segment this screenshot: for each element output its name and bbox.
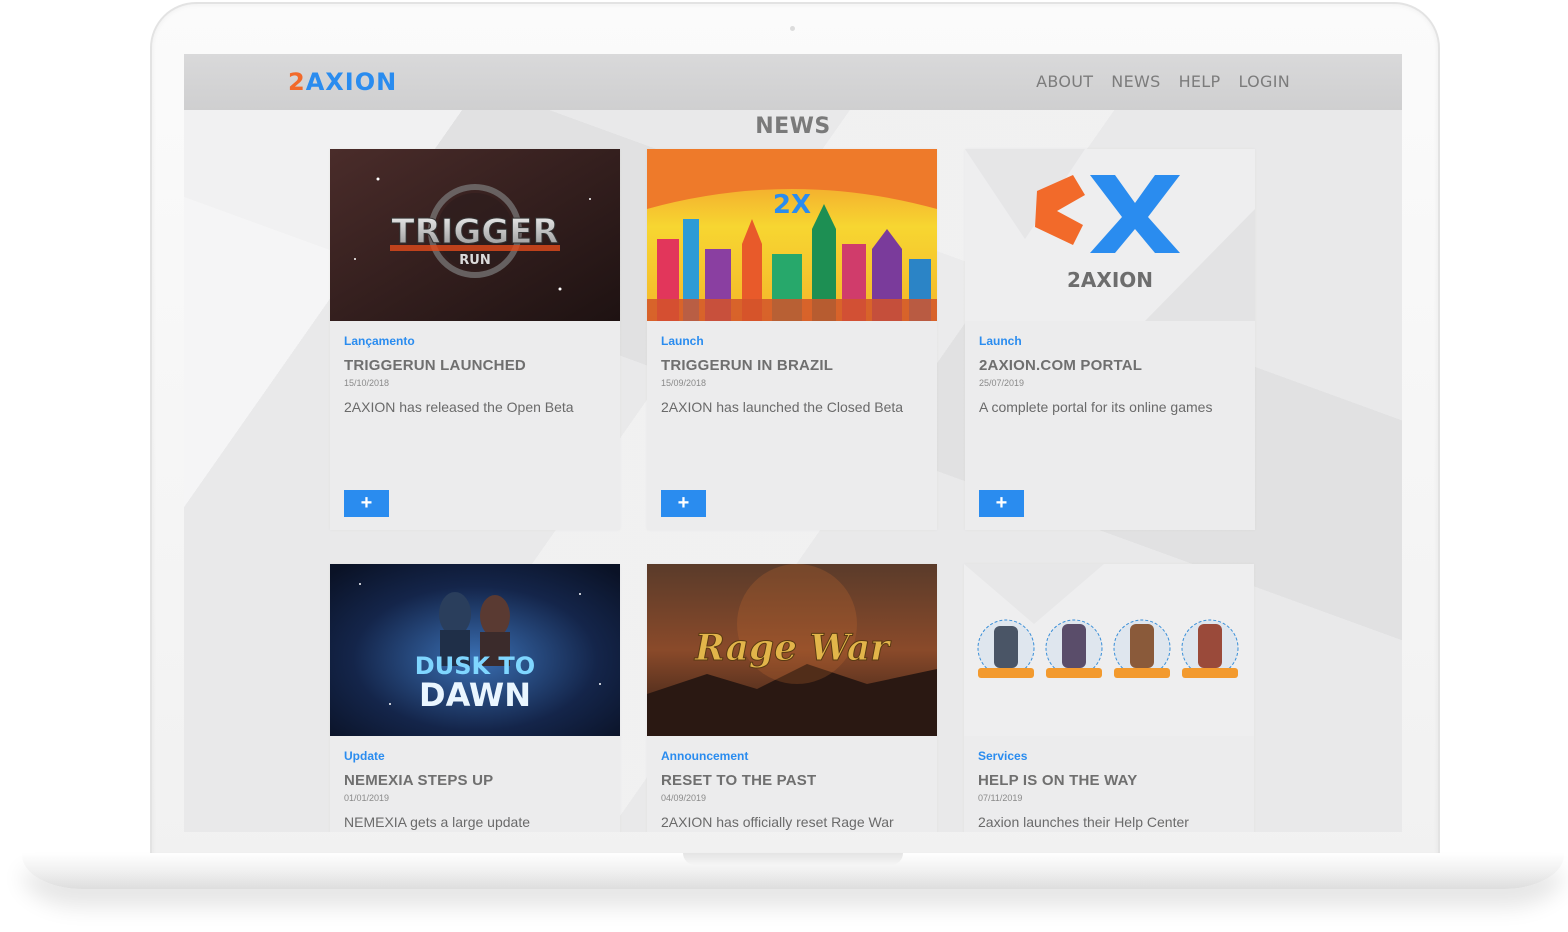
- news-date: 25/07/2019: [979, 378, 1025, 388]
- news-category[interactable]: Launch: [979, 334, 1022, 348]
- news-card: TRIGGER RUN Lançamento TRIGGERUN LAUNCHE…: [330, 149, 620, 530]
- laptop-notch: [683, 853, 903, 865]
- news-card: 2X Launch TRIGGERUN IN BRAZIL 15/09/2018…: [647, 149, 937, 530]
- portal-logo-text: 2AXION: [1067, 268, 1153, 292]
- news-card: DUSK TO DAWN Update NEMEXIA STEPS UP 01/…: [330, 564, 620, 832]
- news-description: 2AXION has launched the Closed Beta: [661, 399, 904, 415]
- news-category[interactable]: Launch: [661, 334, 704, 348]
- logo-part-axion: AXION: [305, 68, 398, 96]
- news-description: 2AXION has released the Open Beta: [344, 399, 574, 415]
- news-date: 15/09/2018: [661, 378, 707, 388]
- nav-help-link[interactable]: HELP: [1179, 72, 1221, 91]
- news-thumbnail-triggerun[interactable]: TRIGGER RUN: [330, 149, 620, 321]
- news-thumbnail-brazil[interactable]: 2X: [647, 149, 937, 321]
- news-card: Services HELP IS ON THE WAY 07/11/2019 2…: [964, 564, 1254, 832]
- news-description: NEMEXIA gets a large update: [344, 814, 530, 830]
- nav-login-link[interactable]: LOGIN: [1238, 72, 1290, 91]
- camera-dot: [790, 26, 795, 31]
- main-nav: ABOUT NEWS HELP LOGIN: [1036, 72, 1290, 91]
- dusk-title-line2: DAWN: [419, 676, 531, 714]
- news-title[interactable]: NEMEXIA STEPS UP: [344, 772, 493, 789]
- news-thumbnail-ragewar[interactable]: Rage War: [647, 564, 937, 736]
- read-more-button[interactable]: +: [344, 490, 389, 517]
- read-more-button[interactable]: +: [661, 490, 706, 517]
- ragewar-logo-text: Rage War: [694, 627, 892, 669]
- brand-logo[interactable]: 2AXION: [288, 68, 397, 96]
- news-thumbnail-help[interactable]: [964, 564, 1254, 736]
- news-category[interactable]: Lançamento: [344, 334, 415, 348]
- news-description: 2AXION has officially reset Rage War: [661, 814, 894, 830]
- news-category[interactable]: Update: [344, 749, 385, 763]
- news-title[interactable]: TRIGGERUN LAUNCHED: [344, 357, 526, 374]
- news-title[interactable]: HELP IS ON THE WAY: [978, 772, 1137, 789]
- news-card: 2AXION Launch 2AXION.COM PORTAL 25/07/20…: [965, 149, 1255, 530]
- news-description: 2axion launches their Help Center: [978, 814, 1189, 830]
- news-title[interactable]: 2AXION.COM PORTAL: [979, 357, 1142, 374]
- trigger-logo-text: TRIGGER: [391, 212, 558, 252]
- page-title: NEWS: [755, 114, 831, 139]
- nav-news-link[interactable]: NEWS: [1111, 72, 1160, 91]
- news-title[interactable]: RESET TO THE PAST: [661, 772, 816, 789]
- top-navbar: 2AXION ABOUT NEWS HELP LOGIN: [184, 54, 1402, 110]
- logo-part-2: 2: [288, 68, 306, 96]
- news-date: 01/01/2019: [344, 793, 390, 803]
- news-date: 04/09/2019: [661, 793, 707, 803]
- nav-about-link[interactable]: ABOUT: [1036, 72, 1093, 91]
- read-more-button[interactable]: +: [979, 490, 1024, 517]
- news-thumbnail-portal[interactable]: 2AXION: [965, 149, 1255, 321]
- news-thumbnail-nemexia[interactable]: DUSK TO DAWN: [330, 564, 620, 736]
- news-description: A complete portal for its online games: [979, 399, 1213, 415]
- news-card: Rage War Announcement RESET TO THE PAST …: [647, 564, 937, 832]
- news-title[interactable]: TRIGGERUN IN BRAZIL: [661, 357, 833, 374]
- news-category[interactable]: Services: [978, 749, 1027, 763]
- trigger-logo-subtext: RUN: [459, 253, 490, 268]
- news-date: 07/11/2019: [978, 793, 1023, 803]
- svg-text:2X: 2X: [773, 190, 811, 220]
- news-category[interactable]: Announcement: [661, 749, 748, 763]
- news-date: 15/10/2018: [344, 378, 390, 388]
- browser-screen: 2AXION ABOUT NEWS HELP LOGIN NEWS TRIGGE…: [184, 54, 1402, 832]
